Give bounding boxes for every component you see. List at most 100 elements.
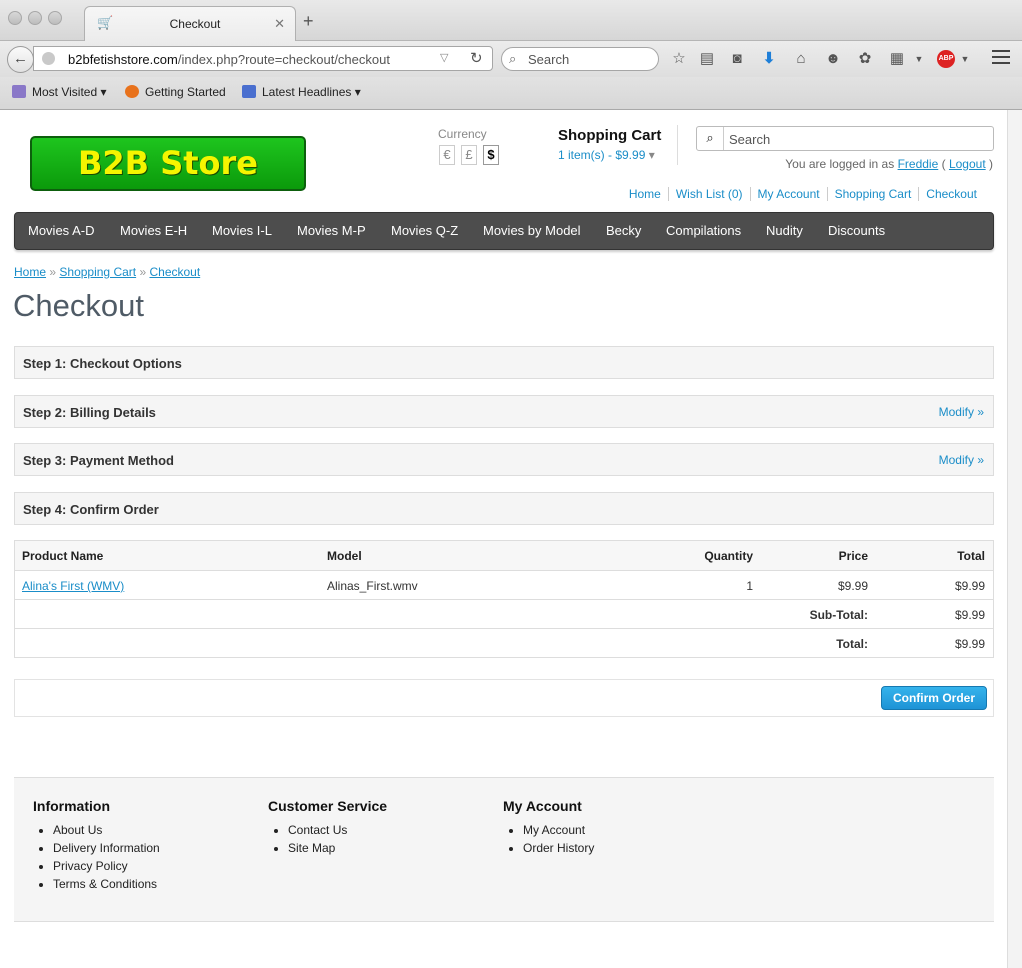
page-scrollbar[interactable] — [1007, 110, 1022, 968]
top-link-home[interactable]: Home — [622, 187, 668, 201]
footer-customer-service: Customer Service Contact Us Site Map — [268, 798, 387, 857]
hamburger-menu-icon[interactable] — [992, 50, 1010, 66]
search-icon: ⌕ — [509, 51, 517, 66]
clipboard-icon[interactable]: ▦ — [888, 50, 906, 68]
bookmark-getting-started[interactable]: Getting Started — [125, 85, 226, 99]
confirm-panel: Confirm Order — [14, 679, 994, 717]
top-link-shopping-cart[interactable]: Shopping Cart — [826, 187, 919, 201]
footer-link-my-account[interactable]: My Account — [523, 821, 594, 839]
footer-information: Information About Us Delivery Informatio… — [33, 798, 160, 893]
total-row: Total: $9.99 — [15, 628, 993, 657]
folder-icon — [12, 85, 26, 98]
top-links: Home Wish List (0) My Account Shopping Cart… — [622, 187, 984, 201]
nav-item-movies-by-model[interactable]: Movies by Model — [483, 223, 581, 238]
currency-pound-button[interactable]: £ — [461, 145, 477, 165]
footer-link-terms-conditions[interactable]: Terms & Conditions — [53, 875, 160, 893]
footer-link-order-history[interactable]: Order History — [523, 839, 594, 857]
tab-title: Checkout — [169, 17, 221, 31]
web-page: B2B Store Currency € £ $ Shopping Cart 1… — [0, 110, 1007, 968]
bookmark-latest-headlines[interactable]: Latest Headlines ▾ — [242, 85, 361, 99]
browser-toolbar: b2bfetishstore.com/index.php?route=check… — [0, 41, 1022, 77]
chevron-down-icon: ▾ — [648, 148, 655, 162]
footer-my-account: My Account My Account Order History — [503, 798, 594, 857]
divider — [677, 125, 678, 165]
logout-link[interactable]: Logout — [949, 157, 986, 171]
footer-link-site-map[interactable]: Site Map — [288, 839, 387, 857]
nav-item-movies-a-d[interactable]: Movies A-D — [28, 223, 94, 238]
footer-link-about-us[interactable]: About Us — [53, 821, 160, 839]
new-tab-button[interactable]: + — [303, 12, 314, 30]
step-confirm-order[interactable]: Step 4: Confirm Order — [14, 492, 994, 525]
adblock-icon[interactable]: ABP — [937, 50, 955, 68]
tab-close-icon[interactable]: ✕ — [274, 16, 285, 32]
back-button[interactable]: ← — [7, 46, 34, 73]
currency-euro-button[interactable]: € — [439, 145, 455, 165]
footer-link-delivery-information[interactable]: Delivery Information — [53, 839, 160, 857]
breadcrumb: Home » Shopping Cart » Checkout — [14, 265, 201, 279]
downloads-icon[interactable]: ⬇ — [760, 50, 778, 68]
adblock-dropdown-icon[interactable]: ▼ — [956, 50, 974, 68]
nav-item-movies-i-l[interactable]: Movies I-L — [212, 223, 272, 238]
cart-favicon-icon: 🛒 — [97, 15, 114, 30]
footer-link-privacy-policy[interactable]: Privacy Policy — [53, 857, 160, 875]
site-search-input[interactable]: ⌕ Search — [696, 126, 994, 151]
browser-search-input[interactable]: ⌕ Search — [501, 47, 659, 71]
globe-icon — [42, 52, 55, 65]
user-link[interactable]: Freddie — [898, 157, 939, 171]
rss-icon — [242, 85, 256, 98]
bookmark-star-icon[interactable]: ☆ — [670, 50, 688, 68]
nav-item-nudity[interactable]: Nudity — [766, 223, 803, 238]
clipboard-dropdown-icon[interactable]: ▼ — [910, 50, 928, 68]
window-close-button[interactable] — [8, 11, 22, 25]
step-payment-method: Step 3: Payment Method Modify » — [14, 443, 994, 476]
footer-link-contact-us[interactable]: Contact Us — [288, 821, 387, 839]
nav-item-compilations[interactable]: Compilations — [666, 223, 741, 238]
top-link-checkout[interactable]: Checkout — [918, 187, 984, 201]
nav-item-movies-e-h[interactable]: Movies E-H — [120, 223, 187, 238]
nav-item-becky[interactable]: Becky — [606, 223, 641, 238]
breadcrumb-checkout[interactable]: Checkout — [149, 265, 200, 279]
footer: Information About Us Delivery Informatio… — [14, 777, 994, 922]
login-status: You are logged in as Freddie ( Logout ) — [785, 157, 993, 171]
firefox-icon — [125, 85, 139, 98]
cart-summary-dropdown[interactable]: 1 item(s) - $9.99 ▾ — [558, 148, 655, 162]
nav-item-movies-q-z[interactable]: Movies Q-Z — [391, 223, 458, 238]
step-checkout-options[interactable]: Step 1: Checkout Options — [14, 346, 994, 379]
top-link-my-account[interactable]: My Account — [749, 187, 827, 201]
product-link[interactable]: Alina's First (WMV) — [22, 579, 124, 593]
confirm-order-button[interactable]: Confirm Order — [881, 686, 987, 710]
home-icon[interactable]: ⌂ — [792, 50, 810, 68]
bookmark-most-visited[interactable]: Most Visited ▾ — [12, 85, 107, 99]
table-row: Alina's First (WMV) Alinas_First.wmv 1 $… — [15, 570, 993, 599]
breadcrumb-home[interactable]: Home — [14, 265, 46, 279]
cart-title: Shopping Cart — [558, 127, 662, 144]
table-header-row: Product Name Model Quantity Price Total — [15, 541, 993, 570]
search-icon[interactable]: ⌕ — [697, 127, 724, 150]
subtotal-row: Sub-Total: $9.99 — [15, 599, 993, 628]
currency-dollar-button[interactable]: $ — [483, 145, 499, 165]
chat-icon[interactable]: ☻ — [824, 50, 842, 68]
url-text[interactable]: b2bfetishstore.com/index.php?route=check… — [68, 52, 390, 67]
bookmarks-bar: Most Visited ▾ Getting Started Latest He… — [0, 77, 1022, 110]
url-dropdown-icon[interactable]: ▽ — [440, 51, 448, 64]
reading-list-icon[interactable]: ▤ — [698, 50, 716, 68]
modify-billing-link[interactable]: Modify » — [939, 405, 984, 419]
modify-payment-link[interactable]: Modify » — [939, 453, 984, 467]
page-title: Checkout — [13, 288, 144, 323]
window-minimize-button[interactable] — [28, 11, 42, 25]
order-table: Product Name Model Quantity Price Total … — [14, 540, 994, 658]
nav-item-movies-m-p[interactable]: Movies M-P — [297, 223, 366, 238]
breadcrumb-shopping-cart[interactable]: Shopping Cart — [59, 265, 136, 279]
url-bar[interactable]: b2bfetishstore.com/index.php?route=check… — [33, 46, 493, 71]
top-link-wishlist[interactable]: Wish List (0) — [667, 187, 750, 201]
browser-tab[interactable]: 🛒 Checkout ✕ — [84, 6, 296, 41]
store-logo[interactable]: B2B Store — [30, 136, 306, 191]
window-zoom-button[interactable] — [48, 11, 62, 25]
reload-icon[interactable]: ↻ — [470, 49, 483, 67]
extension-icon[interactable]: ✿ — [856, 50, 874, 68]
pocket-icon[interactable]: ◙ — [728, 50, 746, 68]
browser-tab-bar: 🛒 Checkout ✕ + — [0, 0, 1022, 41]
currency-label: Currency — [438, 127, 487, 141]
main-navigation: Movies A-D Movies E-H Movies I-L Movies … — [14, 212, 994, 250]
nav-item-discounts[interactable]: Discounts — [828, 223, 885, 238]
